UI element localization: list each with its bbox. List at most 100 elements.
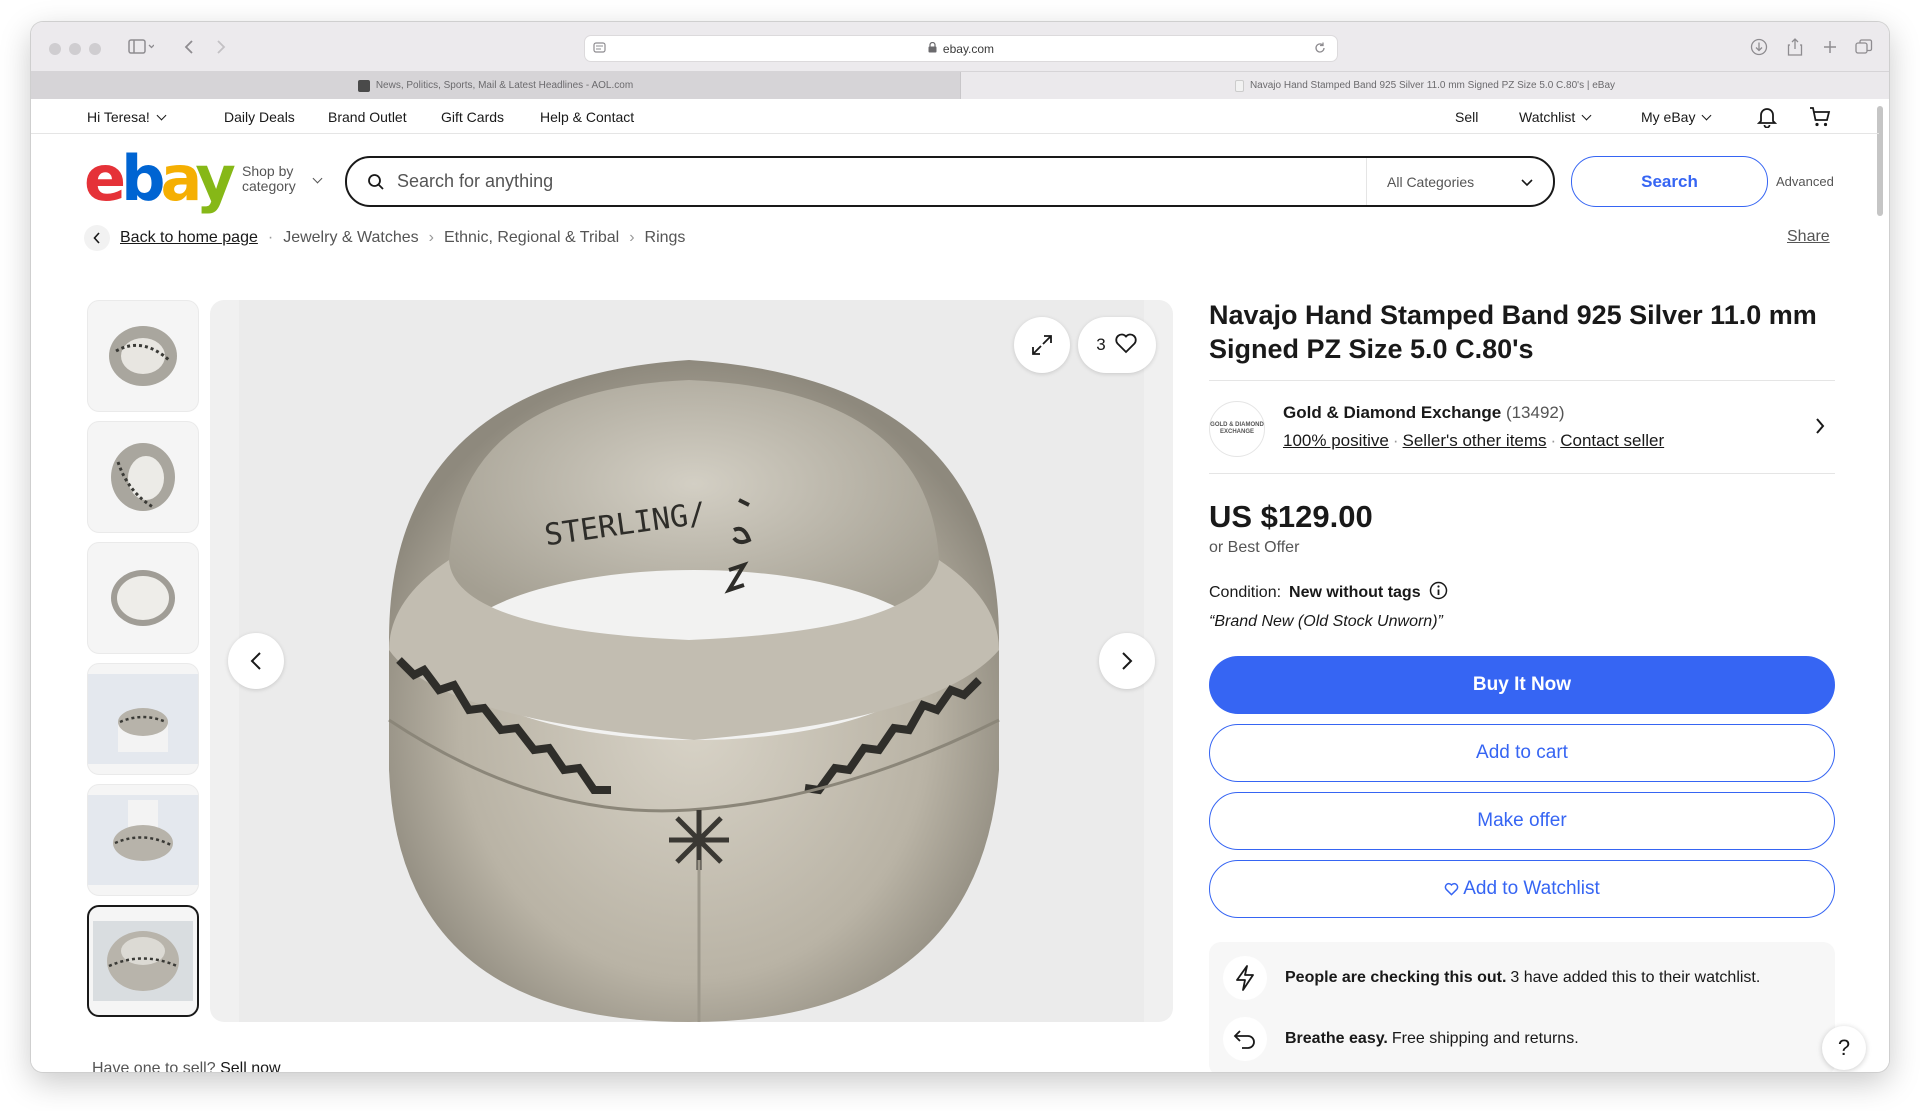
breadcrumb-rings[interactable]: Rings — [645, 229, 686, 247]
sell-link[interactable]: Sell — [1455, 109, 1478, 125]
sidebar-toggle-icon[interactable] — [121, 34, 161, 60]
my-ebay-menu[interactable]: My eBay — [1641, 109, 1712, 125]
chevron-down-icon — [156, 110, 167, 120]
tab-overview-icon[interactable] — [1852, 34, 1876, 60]
breadcrumb-ethnic-regional-tribal[interactable]: Ethnic, Regional & Tribal — [444, 229, 619, 247]
help-contact-link[interactable]: Help & Contact — [540, 109, 634, 125]
page-settings-icon[interactable] — [593, 41, 607, 58]
separator-dot: · — [1392, 431, 1399, 450]
sell-prompt: Have one to sell? Sell now — [92, 1060, 281, 1072]
previous-image-button[interactable] — [228, 633, 284, 689]
share-icon[interactable] — [1783, 34, 1807, 60]
advanced-search-link[interactable]: Advanced — [1776, 174, 1834, 189]
share-link[interactable]: Share — [1787, 228, 1830, 246]
seller-name: Gold & Diamond Exchange (13492) — [1283, 403, 1565, 423]
watch-count-button[interactable]: 3 — [1078, 317, 1156, 373]
category-select-label: All Categories — [1387, 173, 1475, 190]
returns-signal: Breathe easy. Free shipping and returns. — [1223, 1017, 1579, 1061]
maximize-window-button[interactable] — [89, 43, 101, 55]
aol-icon — [357, 79, 370, 92]
make-offer-button[interactable]: Make offer — [1209, 792, 1835, 850]
back-arrow-icon[interactable] — [179, 34, 199, 60]
expand-image-icon[interactable] — [1014, 317, 1070, 373]
buy-it-now-button[interactable]: Buy It Now — [1209, 656, 1835, 714]
notification-bell-icon[interactable] — [1757, 106, 1777, 128]
browser-toolbar: ebay.com — [31, 22, 1889, 72]
browser-window: ebay.com News, Politics, Sports, Mail & … — [31, 22, 1889, 1072]
seller-other-items-link[interactable]: Seller's other items — [1403, 431, 1547, 450]
shop-by-category[interactable]: Shop by category — [242, 164, 296, 194]
info-icon[interactable] — [1429, 581, 1448, 605]
chevron-down-icon — [1521, 174, 1533, 190]
tab-title: Navajo Hand Stamped Band 925 Silver 11.0… — [1249, 80, 1616, 91]
seller-logo[interactable]: GOLD & DIAMOND EXCHANGE — [1209, 401, 1265, 457]
watchlist-menu[interactable]: Watchlist — [1519, 109, 1592, 125]
thumbnail-6[interactable] — [87, 905, 199, 1017]
category-select[interactable]: All Categories — [1366, 158, 1553, 205]
search-button[interactable]: Search — [1571, 156, 1768, 207]
thumbnail-4[interactable] — [87, 663, 199, 775]
search-input[interactable] — [397, 158, 1366, 205]
add-to-watchlist-button[interactable]: Add to Watchlist — [1209, 860, 1835, 918]
chevron-left-icon — [250, 652, 261, 670]
thumbnail-1[interactable] — [87, 300, 199, 412]
thumbnail-list — [87, 300, 199, 1026]
ring-photo: STERLING/ — [239, 300, 1144, 1022]
my-ebay-label: My eBay — [1641, 109, 1696, 125]
seller-card: GOLD & DIAMOND EXCHANGE Gold & Diamond E… — [1209, 380, 1835, 474]
address-bar[interactable]: ebay.com — [584, 35, 1338, 62]
chevron-right-icon: › — [629, 229, 635, 246]
main-product-image[interactable]: STERLING/ 3 — [210, 300, 1173, 1022]
brand-outlet-link[interactable]: Brand Outlet — [328, 109, 407, 125]
sell-now-link[interactable]: Sell now — [220, 1060, 280, 1072]
trust-signals: People are checking this out. 3 have add… — [1209, 942, 1835, 1072]
downloads-icon[interactable] — [1747, 34, 1771, 60]
ebay-icon — [1234, 79, 1244, 92]
seller-feedback-count: (13492) — [1505, 403, 1565, 422]
breadcrumb-separator: · — [267, 229, 274, 246]
watch-count: 3 — [1096, 335, 1106, 354]
contact-seller-link[interactable]: Contact seller — [1560, 431, 1664, 450]
greeting-menu[interactable]: Hi Teresa! — [87, 109, 167, 125]
ebay-logo[interactable]: ebay — [84, 148, 236, 210]
shopping-cart-icon[interactable] — [1809, 106, 1831, 128]
window-controls — [49, 43, 101, 55]
reload-icon[interactable] — [1313, 41, 1327, 58]
daily-deals-link[interactable]: Daily Deals — [224, 109, 295, 125]
gift-cards-link[interactable]: Gift Cards — [441, 109, 504, 125]
sell-prompt-text: Have one to sell? — [92, 1060, 216, 1072]
add-to-watchlist-label: Add to Watchlist — [1463, 878, 1600, 899]
new-tab-icon[interactable] — [1818, 34, 1842, 60]
tab-aol[interactable]: News, Politics, Sports, Mail & Latest He… — [31, 72, 961, 99]
condition-value: New without tags — [1289, 584, 1421, 601]
thumbnail-5[interactable] — [87, 784, 199, 896]
add-to-cart-button[interactable]: Add to cart — [1209, 724, 1835, 782]
logo-letter-b: b — [121, 142, 165, 215]
thumbnail-3[interactable] — [87, 542, 199, 654]
seller-links: 100% positive · Seller's other items · Conta… — [1283, 431, 1664, 451]
best-offer-label: or Best Offer — [1209, 539, 1300, 556]
watchers-signal: People are checking this out. 3 have add… — [1223, 956, 1760, 1000]
forward-arrow-icon[interactable] — [211, 34, 231, 60]
chevron-right-icon[interactable] — [1815, 417, 1825, 440]
top-nav: Hi Teresa! Daily Deals Brand Outlet Gift… — [31, 100, 1879, 134]
greeting-label: Hi Teresa! — [87, 109, 150, 125]
signal-text: Free shipping and returns. — [1391, 1030, 1579, 1047]
close-window-button[interactable] — [49, 43, 61, 55]
seller-name-text: Gold & Diamond Exchange — [1283, 403, 1502, 422]
tab-ebay[interactable]: Navajo Hand Stamped Band 925 Silver 11.0… — [961, 72, 1889, 99]
heart-icon — [1114, 332, 1138, 359]
next-image-button[interactable] — [1099, 633, 1155, 689]
back-chevron-icon[interactable] — [84, 225, 110, 251]
separator-dot: · — [1550, 431, 1557, 450]
minimize-window-button[interactable] — [69, 43, 81, 55]
help-button[interactable]: ? — [1822, 1026, 1866, 1070]
lightning-icon — [1223, 956, 1267, 1000]
watchlist-label: Watchlist — [1519, 109, 1576, 125]
condition-label: Condition: — [1209, 584, 1282, 601]
thumbnail-2[interactable] — [87, 421, 199, 533]
back-to-home-link[interactable]: Back to home page — [120, 229, 258, 247]
tab-bar: News, Politics, Sports, Mail & Latest He… — [31, 72, 1889, 99]
seller-feedback-link[interactable]: 100% positive — [1283, 431, 1389, 450]
breadcrumb-jewelry-watches[interactable]: Jewelry & Watches — [283, 229, 418, 247]
